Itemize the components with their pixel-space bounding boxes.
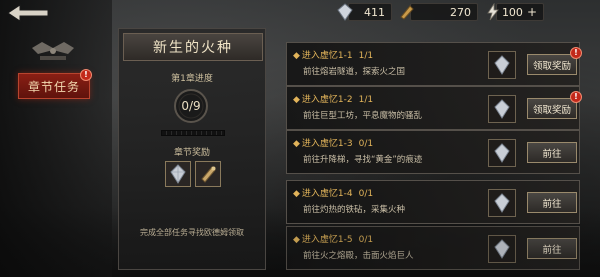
crystal-icon: [494, 239, 510, 259]
task-description: 前往巨型工坊，平息魔物的骚乱: [303, 111, 423, 121]
crystal-icon: [170, 164, 186, 184]
task-description: 前往升降梯，寻找“黄金”的痕迹: [303, 155, 423, 165]
task-reward-item[interactable]: [488, 95, 516, 123]
chapter-progress-label: 第1章进度: [171, 74, 213, 84]
scroll-icon: [201, 166, 216, 183]
task-row: ◆ 进入虚忆1-1 1/1 前往熔岩隧道，探索火之国 领取奖励 !: [286, 42, 582, 86]
currency-crystal: 411: [336, 2, 392, 22]
crystal-icon: [337, 3, 353, 21]
reward-scroll-item[interactable]: [195, 161, 221, 187]
task-arrow-icon: ◆: [293, 95, 300, 105]
tab-chapter-tasks[interactable]: 章节任务: [18, 73, 90, 99]
task-row: ◆ 进入虚忆1-4 0/1 前往灼热的铁砧，采集火种 前往: [286, 180, 580, 224]
chapter-reward-label: 章节奖励: [173, 148, 210, 158]
add-energy-button[interactable]: +: [527, 5, 537, 19]
task-title: ◆ 进入虚忆1-2 1/1: [293, 95, 374, 105]
task-reward-item[interactable]: [488, 189, 516, 217]
reward-crystal-item[interactable]: [165, 161, 191, 187]
back-arrow-icon[interactable]: [6, 3, 50, 23]
task-description: 前往火之熔殿，击面火焰巨人: [303, 251, 414, 261]
claim-reward-button[interactable]: 领取奖励: [527, 98, 577, 119]
currency-gold: 270: [398, 2, 478, 22]
gold-scroll-icon: [400, 5, 414, 20]
currency-energy: 100 +: [484, 2, 544, 22]
task-row: ◆ 进入虚忆1-2 1/1 前往巨型工坊，平息魔物的骚乱 领取奖励 !: [286, 86, 582, 130]
task-title: ◆ 进入虚忆1-4 0/1: [293, 189, 374, 199]
left-sidebar: 章节任务 !: [0, 0, 112, 277]
chapter-progress-value: 0/9: [181, 99, 201, 113]
chapter-title: 新生的火种: [123, 33, 263, 61]
goto-button[interactable]: 前往: [527, 142, 577, 163]
task-row: ◆ 进入虚忆1-3 0/1 前往升降梯，寻找“黄金”的痕迹 前往: [286, 130, 580, 174]
energy-count: 100 +: [496, 3, 544, 21]
task-arrow-icon: ◆: [293, 139, 300, 149]
goto-button[interactable]: 前往: [527, 238, 577, 259]
energy-value: 100: [501, 5, 523, 19]
crystal-count: 411: [348, 3, 392, 21]
crest-emblem-icon: [32, 42, 74, 60]
task-arrow-icon: ◆: [293, 51, 300, 61]
chapter-hint-text: 完成全部任务寻找欧德姆领取: [140, 228, 244, 237]
goto-button[interactable]: 前往: [527, 192, 577, 213]
task-alert-badge: !: [570, 47, 582, 59]
energy-bolt-icon: [487, 3, 499, 21]
task-reward-item[interactable]: [488, 235, 516, 263]
task-row: ◆ 进入虚忆1-5 0/1 前往火之熔殿，击面火焰巨人 前往: [286, 226, 580, 270]
task-description: 前往熔岩隧道，探索火之国: [303, 67, 406, 77]
task-alert-badge: !: [570, 91, 582, 103]
task-title: ◆ 进入虚忆1-3 0/1: [293, 139, 374, 149]
crystal-icon: [494, 55, 510, 75]
claim-reward-button[interactable]: 领取奖励: [527, 54, 577, 75]
task-arrow-icon: ◆: [293, 189, 300, 199]
crystal-icon: [494, 143, 510, 163]
task-arrow-icon: ◆: [293, 235, 300, 245]
crystal-icon: [494, 193, 510, 213]
task-reward-item[interactable]: [488, 51, 516, 79]
task-reward-item[interactable]: [488, 139, 516, 167]
chapter-tab-alert-badge: !: [80, 69, 92, 81]
task-description: 前往灼热的铁砧，采集火种: [303, 205, 406, 215]
chapter-progress-bar: [161, 130, 225, 136]
gold-count: 270: [410, 3, 478, 21]
chapter-panel: 新生的火种 第1章进度 0/9 章节奖励 完成全部任务寻找欧德姆领取: [118, 28, 266, 270]
task-title: ◆ 进入虚忆1-5 0/1: [293, 235, 374, 245]
crystal-icon: [494, 99, 510, 119]
task-title: ◆ 进入虚忆1-1 1/1: [293, 51, 374, 61]
